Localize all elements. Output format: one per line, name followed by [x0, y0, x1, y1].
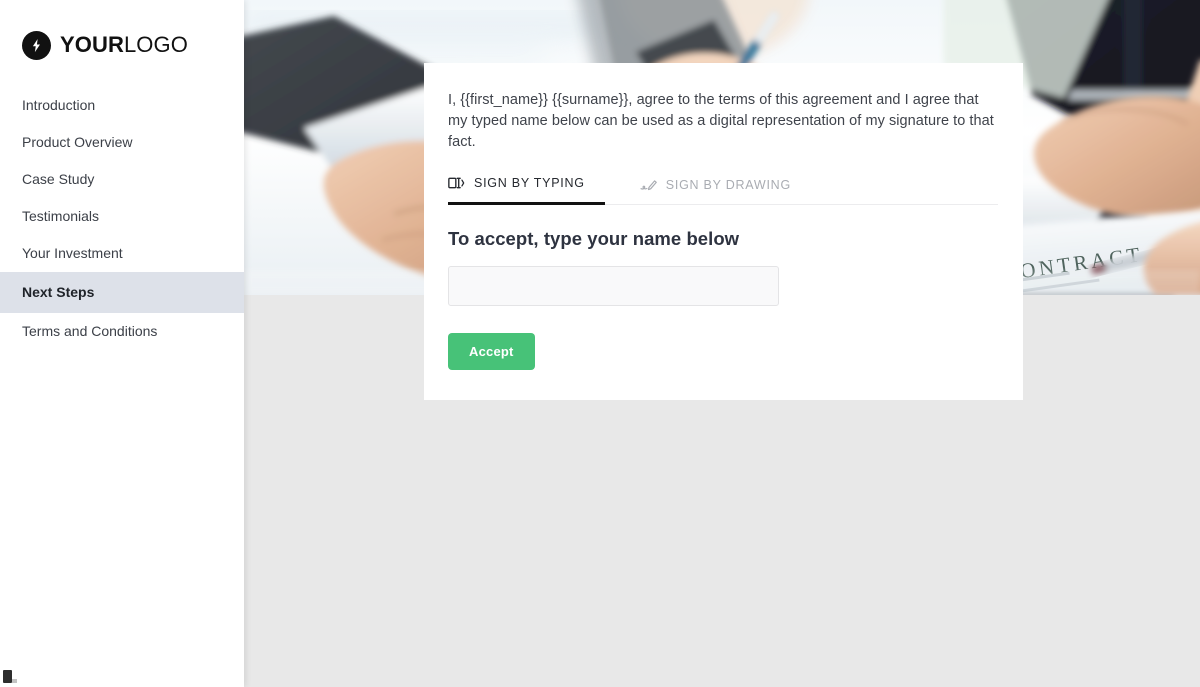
sidebar-nav: Introduction Product Overview Case Study…: [0, 87, 244, 350]
signature-name-input[interactable]: [448, 266, 779, 306]
brand-logo[interactable]: YOURLOGO: [0, 0, 244, 62]
accept-button[interactable]: Accept: [448, 333, 535, 370]
logo-wordmark: YOURLOGO: [60, 34, 188, 56]
sidebar-item-case-study[interactable]: Case Study: [0, 161, 244, 198]
signature-method-tabs: SIGN BY TYPING SIGN BY DRAWING: [448, 173, 998, 205]
tab-sign-by-drawing-label: SIGN BY DRAWING: [665, 178, 791, 192]
sidebar-item-terms-and-conditions[interactable]: Terms and Conditions: [0, 313, 244, 350]
tab-sign-by-typing[interactable]: SIGN BY TYPING: [448, 173, 605, 205]
form-title: To accept, type your name below: [448, 228, 740, 249]
keyboard-text-box-icon: [448, 176, 465, 190]
main-content: CONTRACT I, {{first_name}} {{surname}}, …: [244, 0, 1200, 687]
pen-signature-icon: [640, 178, 657, 192]
sidebar-item-your-investment[interactable]: Your Investment: [0, 235, 244, 272]
sidebar-item-product-overview[interactable]: Product Overview: [0, 124, 244, 161]
consent-text: I, {{first_name}} {{surname}}, agree to …: [448, 92, 994, 150]
tab-sign-by-drawing[interactable]: SIGN BY DRAWING: [640, 175, 791, 204]
sidebar-item-introduction[interactable]: Introduction: [0, 87, 244, 124]
sidebar-item-testimonials[interactable]: Testimonials: [0, 198, 244, 235]
app-root: YOURLOGO Introduction Product Overview C…: [0, 0, 1200, 687]
tab-sign-by-typing-label: SIGN BY TYPING: [474, 176, 585, 190]
signature-card: I, {{first_name}} {{surname}}, agree to …: [424, 63, 1023, 400]
sidebar: YOURLOGO Introduction Product Overview C…: [0, 0, 244, 687]
corner-widget-badge[interactable]: [3, 670, 17, 683]
logo-wordmark-light: LOGO: [123, 32, 188, 57]
lightning-bolt-icon: [22, 30, 51, 60]
sidebar-item-next-steps[interactable]: Next Steps: [0, 272, 244, 313]
logo-wordmark-bold: YOUR: [60, 32, 124, 57]
